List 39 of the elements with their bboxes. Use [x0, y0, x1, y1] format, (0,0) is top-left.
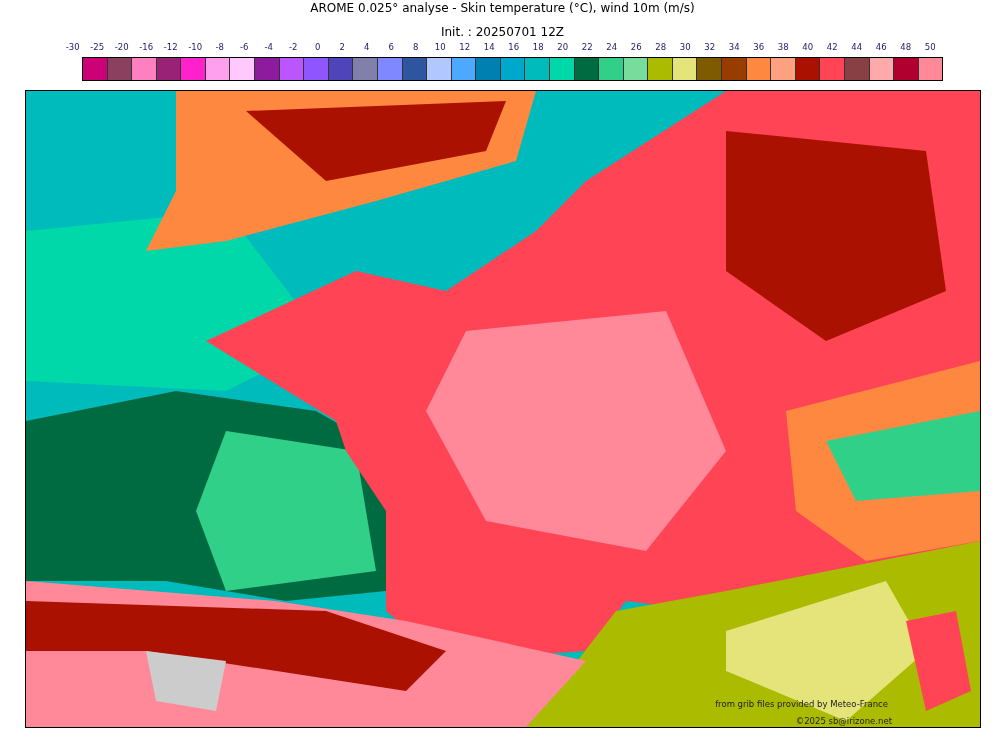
colorbar-tick-label: -12	[162, 42, 179, 54]
colorbar-tick-label: -16	[138, 42, 155, 54]
colorbar-tick-label: 38	[776, 42, 790, 54]
colorbar-tick-label: -20	[113, 42, 130, 54]
copyright-notice: ©2025 sb@irizone.net	[795, 716, 892, 726]
colorbar-tick-label: -6	[239, 42, 250, 54]
colorbar-tick-label: 12	[458, 42, 472, 54]
colorbar-tick-label: -4	[263, 42, 274, 54]
colorbar-tick-label: 22	[580, 42, 594, 54]
colorbar-tick-label: -8	[214, 42, 225, 54]
colorbar-tick-label: 50	[923, 42, 937, 54]
colorbar-tick-label: 26	[629, 42, 643, 54]
colorbar-tick-label: 32	[703, 42, 717, 54]
colorbar-tick-label: 34	[727, 42, 741, 54]
colorbar-tick-label: 14	[482, 42, 496, 54]
colorbar-tick-label: 40	[801, 42, 815, 54]
colorbar-tick-label: -25	[89, 42, 106, 54]
colorbar-tick-label: 16	[507, 42, 521, 54]
colorbar-tick-label: 28	[654, 42, 668, 54]
colorbar-tick-label: -2	[288, 42, 299, 54]
colorbar-tick-label: 10	[433, 42, 447, 54]
colorbar-tick-label: 48	[899, 42, 913, 54]
colorbar-tick-label: 20	[556, 42, 570, 54]
colorbar-tick-label: 8	[412, 42, 420, 54]
colorbar-tick-label: 46	[874, 42, 888, 54]
colorbar-tick-label: 2	[338, 42, 346, 54]
colorbar-tick-label: -10	[187, 42, 204, 54]
chart-title: AROME 0.025° analyse - Skin temperature (°C), wind 10m (m/s)	[310, 1, 695, 17]
init-time: Init. : 20250701 12Z	[440, 25, 565, 40]
colorbar-tick-label: 4	[363, 42, 371, 54]
colorbar-tick-label: 0	[314, 42, 322, 54]
colorbar-tick-label: 18	[531, 42, 545, 54]
colorbar-tick-label: 30	[678, 42, 692, 54]
colorbar-tick-label: 36	[752, 42, 766, 54]
colorbar-tick-label: 42	[825, 42, 839, 54]
colorbar-tick-label: 44	[850, 42, 864, 54]
colorbar-tick-label: -30	[64, 42, 81, 54]
colorbar-tick-label: 24	[605, 42, 619, 54]
colorbar-tick-label: 6	[387, 42, 395, 54]
